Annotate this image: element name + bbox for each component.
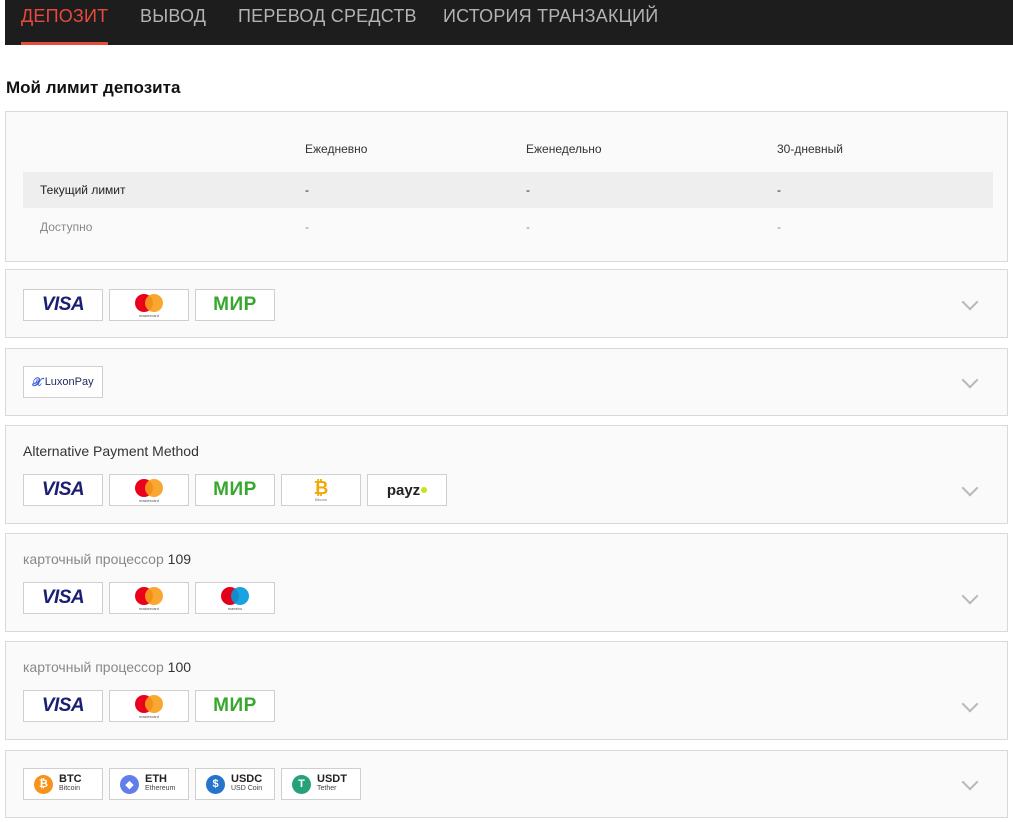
deposit-limits-card: Ежедневно Еженедельно 30-дневный Текущий… bbox=[5, 111, 1008, 262]
mastercard-logo: mastercard bbox=[109, 582, 189, 614]
visa-label: VISA bbox=[41, 294, 85, 315]
current-limit-weekly: - bbox=[526, 183, 530, 197]
current-limit-daily: - bbox=[305, 183, 309, 197]
processor-label: карточный процессор bbox=[23, 551, 164, 567]
maestro-logo: maestro bbox=[195, 582, 275, 614]
btc-logo: ₿ BTC Bitcoin bbox=[23, 768, 103, 800]
table-row: Доступно - - - bbox=[23, 209, 993, 245]
mastercard-logo: mastercard bbox=[109, 474, 189, 506]
chevron-down-icon[interactable] bbox=[961, 587, 979, 605]
bitcoin-caption: Bitcoin bbox=[314, 496, 327, 502]
tab-transaction-history[interactable]: ИСТОРИЯ ТРАНЗАКЦИЙ bbox=[443, 0, 658, 45]
tether-icon: T bbox=[292, 774, 311, 794]
chevron-down-icon[interactable] bbox=[961, 479, 979, 497]
visa-logo: VISA bbox=[23, 474, 103, 506]
usdc-logo: $ USDC USD Coin bbox=[195, 768, 275, 800]
top-nav: ДЕПОЗИТ ВЫВОД ПЕРЕВОД СРЕДСТВ ИСТОРИЯ ТР… bbox=[5, 0, 1013, 45]
usdt-symbol: USDT bbox=[317, 773, 347, 785]
btc-name: Bitcoin bbox=[59, 785, 81, 792]
column-30-day: 30-дневный bbox=[777, 142, 843, 156]
processor-label: карточный процессор bbox=[23, 659, 164, 675]
visa-logo: VISA bbox=[23, 582, 103, 614]
visa-label: VISA bbox=[41, 479, 85, 500]
payment-method-card[interactable]: карточный процессор 100 VISA mastercard … bbox=[5, 641, 1008, 740]
mir-logo: МИР bbox=[195, 474, 275, 506]
usdc-symbol: USDC bbox=[231, 773, 263, 785]
mir-logo: МИР bbox=[195, 690, 275, 722]
luxonpay-logo: 𝒳 LuxonPay bbox=[23, 366, 103, 398]
column-weekly: Еженедельно bbox=[526, 142, 602, 156]
usdc-name: USD Coin bbox=[231, 785, 263, 792]
available-30-day: - bbox=[777, 220, 781, 234]
visa-logo: VISA bbox=[23, 289, 103, 321]
eth-name: Ethereum bbox=[145, 785, 176, 792]
mir-label: МИР bbox=[213, 294, 257, 315]
bitcoin-logo: ₿ Bitcoin bbox=[281, 474, 361, 506]
mir-logo: МИР bbox=[195, 289, 275, 321]
luxonpay-mark-icon: 𝒳 bbox=[32, 374, 43, 389]
eth-symbol: ETH bbox=[145, 773, 167, 785]
mir-label: МИР bbox=[213, 695, 257, 716]
row-label-current-limit: Текущий лимит bbox=[40, 183, 126, 197]
mastercard-logo: mastercard bbox=[109, 289, 189, 321]
tab-withdraw[interactable]: ВЫВОД bbox=[140, 0, 206, 45]
usd-coin-icon: $ bbox=[206, 774, 225, 794]
payz-logo: payz bbox=[367, 474, 447, 506]
row-label-available: Доступно bbox=[40, 220, 93, 234]
available-weekly: - bbox=[526, 220, 530, 234]
payment-method-card[interactable]: 𝒳 LuxonPay bbox=[5, 348, 1008, 416]
column-daily: Ежедневно bbox=[305, 142, 368, 156]
available-daily: - bbox=[305, 220, 309, 234]
payment-method-title: Alternative Payment Method bbox=[23, 443, 199, 459]
btc-symbol: BTC bbox=[59, 773, 82, 785]
page-title: Мой лимит депозита bbox=[6, 78, 181, 97]
payment-method-title: карточный процессор 100 bbox=[23, 659, 191, 675]
chevron-down-icon[interactable] bbox=[961, 371, 979, 389]
current-limit-30-day: - bbox=[777, 183, 781, 197]
tab-transfer[interactable]: ПЕРЕВОД СРЕДСТВ bbox=[238, 0, 417, 45]
processor-number: 109 bbox=[167, 551, 192, 567]
ethereum-icon: ◆ bbox=[120, 774, 139, 794]
chevron-down-icon[interactable] bbox=[961, 695, 979, 713]
bitcoin-icon: ₿ bbox=[34, 774, 53, 794]
visa-label: VISA bbox=[41, 695, 85, 716]
payment-method-card[interactable]: карточный процессор 109 VISA mastercard … bbox=[5, 533, 1008, 632]
visa-label: VISA bbox=[41, 587, 85, 608]
eth-logo: ◆ ETH Ethereum bbox=[109, 768, 189, 800]
luxonpay-label: LuxonPay bbox=[44, 376, 94, 388]
tab-deposit[interactable]: ДЕПОЗИТ bbox=[21, 0, 109, 45]
payment-method-card[interactable]: VISA mastercard МИР bbox=[5, 269, 1008, 338]
usdt-logo: T USDT Tether bbox=[281, 768, 361, 800]
mir-label: МИР bbox=[213, 479, 257, 500]
visa-logo: VISA bbox=[23, 690, 103, 722]
table-row: Текущий лимит - - - bbox=[23, 172, 993, 208]
payz-label: payz bbox=[386, 481, 421, 499]
processor-number: 100 bbox=[167, 659, 192, 675]
payment-method-card[interactable]: Alternative Payment Method VISA masterca… bbox=[5, 425, 1008, 524]
usdt-name: Tether bbox=[317, 785, 337, 792]
chevron-down-icon[interactable] bbox=[961, 773, 979, 791]
payment-method-title: карточный процессор 109 bbox=[23, 551, 191, 567]
payment-method-card[interactable]: ₿ BTC Bitcoin ◆ ETH Ethereum $ USDC USD Coi… bbox=[5, 750, 1008, 818]
chevron-down-icon[interactable] bbox=[961, 293, 979, 311]
mastercard-logo: mastercard bbox=[109, 690, 189, 722]
